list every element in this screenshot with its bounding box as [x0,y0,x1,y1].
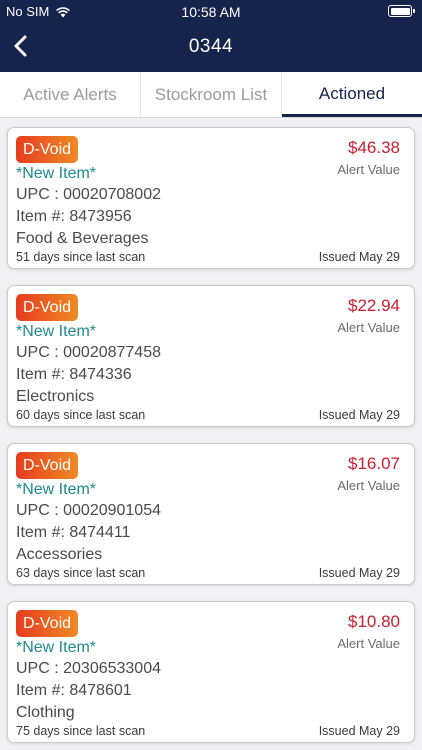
status-badge: D-Void [16,610,79,637]
upc-text: UPC : 00020877458 [16,344,161,361]
days-since-scan: 60 days since last scan [16,408,146,422]
alert-value-label: Alert Value [337,320,400,335]
new-item-label: *New Item* [16,165,97,182]
alert-card[interactable]: D-Void $22.94 Alert Value *New Item* UPC… [7,285,415,427]
status-badge: D-Void [16,294,79,321]
new-item-label: *New Item* [16,639,97,656]
issued-date: Issued May 29 [318,408,400,422]
upc-text: UPC : 00020708002 [16,186,161,203]
new-item-label: *New Item* [16,323,97,340]
upc-text: UPC : 20306533004 [16,660,161,677]
item-number-text: Item #: 8478601 [16,682,132,699]
department-text: Food & Beverages [16,230,149,247]
alert-card[interactable]: D-Void $16.07 Alert Value *New Item* UPC… [7,443,415,585]
item-number-text: Item #: 8474336 [16,366,132,383]
alert-value: $10.80 [348,612,400,631]
issued-date: Issued May 29 [318,724,400,738]
tab-stockroom-list[interactable]: Stockroom List [141,72,282,117]
alert-value-label: Alert Value [337,478,400,493]
battery-icon [388,5,415,17]
alert-card[interactable]: D-Void $46.38 Alert Value *New Item* UPC… [7,127,415,269]
issued-date: Issued May 29 [318,566,400,580]
days-since-scan: 63 days since last scan [16,566,146,580]
alert-value: $46.38 [348,138,400,157]
tab-actioned[interactable]: Actioned [282,72,422,117]
alert-card[interactable]: D-Void $10.80 Alert Value *New Item* UPC… [7,601,415,743]
alert-list: D-Void $46.38 Alert Value *New Item* UPC… [0,118,422,750]
app-header: No SIM 10:58 AM 0344 [0,0,422,72]
new-item-label: *New Item* [16,481,97,498]
department-text: Clothing [16,704,75,721]
item-number-text: Item #: 8473956 [16,208,132,225]
status-bar: No SIM 10:58 AM [0,0,422,24]
upc-text: UPC : 00020901054 [16,502,161,519]
tab-active-alerts[interactable]: Active Alerts [0,72,141,117]
page-title: 0344 [188,36,234,57]
status-badge: D-Void [16,452,79,479]
alert-value: $22.94 [348,296,400,315]
department-text: Electronics [16,388,95,405]
alert-value-label: Alert Value [337,636,400,651]
days-since-scan: 75 days since last scan [16,724,146,738]
alert-value: $16.07 [348,454,400,473]
status-badge: D-Void [16,136,79,163]
item-number-text: Item #: 8474411 [16,524,131,541]
tab-bar: Active Alerts Stockroom List Actioned [0,72,422,118]
alert-value-label: Alert Value [337,162,400,177]
status-time: 10:58 AM [181,4,241,20]
issued-date: Issued May 29 [318,250,400,264]
days-since-scan: 51 days since last scan [16,250,146,264]
department-text: Accessories [16,546,103,563]
